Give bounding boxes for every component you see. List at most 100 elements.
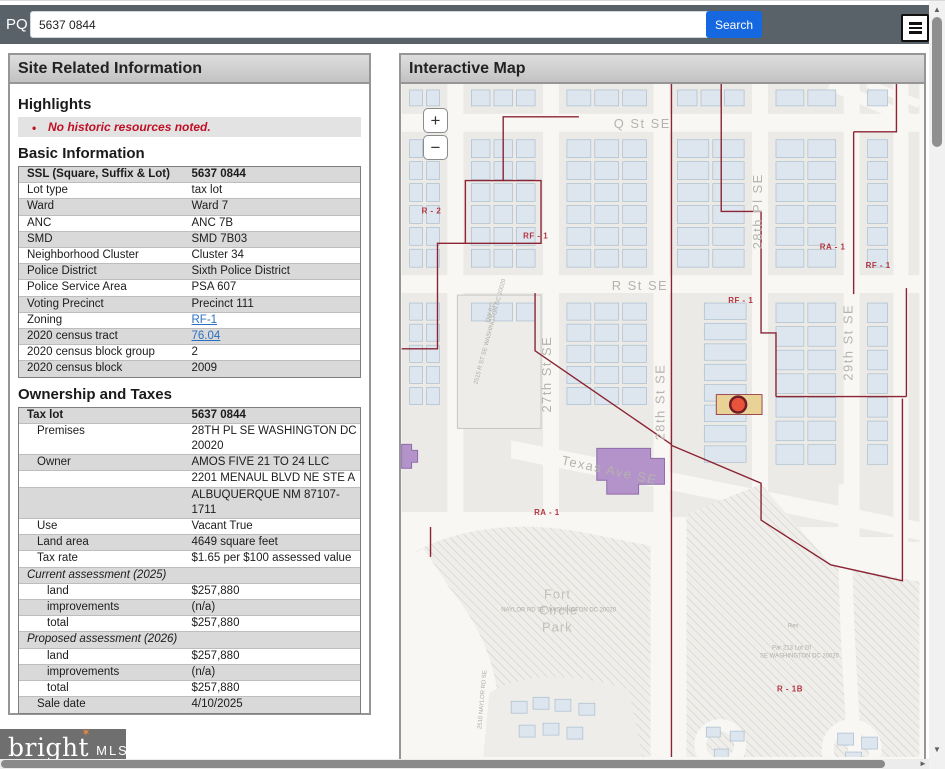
table-row: Lot typetax lot bbox=[19, 182, 360, 198]
highlights-heading: Highlights bbox=[18, 96, 361, 113]
vertical-scrollbar[interactable]: ▲ ▼ bbox=[929, 1, 945, 759]
zone-label: RA - 1 bbox=[820, 242, 846, 251]
table-row: 2020 census tract76.04 bbox=[19, 328, 360, 344]
parcel-address-label: Res bbox=[788, 624, 799, 630]
row-label: improvements bbox=[19, 665, 190, 680]
row-label: SSL (Square, Suffix & Lot) bbox=[19, 167, 190, 182]
row-label: improvements bbox=[19, 600, 190, 615]
row-label: Police Service Area bbox=[19, 280, 190, 295]
row-value: 2 bbox=[190, 345, 361, 360]
row-value: 76.04 bbox=[190, 329, 361, 344]
row-label: Premises bbox=[19, 424, 190, 454]
zone-label: RF - 1 bbox=[728, 296, 753, 305]
row-label: Lot type bbox=[19, 183, 190, 198]
star-icon: ✶ bbox=[81, 726, 91, 739]
map-zoom-out-button[interactable]: − bbox=[423, 135, 448, 160]
table-row: Neighborhood ClusterCluster 34 bbox=[19, 247, 360, 263]
row-value: Vacant True bbox=[190, 519, 361, 534]
row-value: Sixth Police District bbox=[190, 264, 361, 279]
row-value: RF-1 bbox=[190, 313, 361, 328]
bullet-icon: • bbox=[32, 121, 36, 135]
parcel-marker[interactable] bbox=[730, 397, 746, 413]
row-label bbox=[19, 488, 190, 518]
row-label: Owner bbox=[19, 455, 190, 470]
row-label: SMD bbox=[19, 232, 190, 247]
row-value: Precinct 111 bbox=[190, 297, 361, 312]
menu-button[interactable] bbox=[901, 14, 929, 42]
basic-info-table: SSL (Square, Suffix & Lot)5637 0844Lot t… bbox=[18, 166, 361, 378]
row-label: Use bbox=[19, 519, 190, 534]
row-label: Tax rate bbox=[19, 551, 190, 566]
map-zoom-in-button[interactable]: + bbox=[423, 108, 448, 133]
parcel-address-label: Par 213 Lot 20 bbox=[772, 645, 812, 651]
zone-label: RF - 1 bbox=[866, 261, 891, 270]
site-info-panel: Site Related Information Highlights • No… bbox=[8, 53, 371, 715]
row-label: Voting Precinct bbox=[19, 297, 190, 312]
row-value: AMOS FIVE 21 TO 24 LLC bbox=[190, 455, 361, 470]
row-value: tax lot bbox=[190, 183, 361, 198]
row-value: Ward 7 bbox=[190, 199, 361, 214]
map-canvas[interactable]: + − bbox=[401, 84, 924, 759]
row-value: ANC 7B bbox=[190, 216, 361, 231]
table-row: Police DistrictSixth Police District bbox=[19, 263, 360, 279]
row-label: Neighborhood Cluster bbox=[19, 248, 190, 263]
table-row: Premises28TH PL SE WASHINGTON DC 20020 bbox=[19, 423, 360, 454]
table-row: ZoningRF-1 bbox=[19, 312, 360, 328]
table-row: ALBUQUERQUE NM 87107-1711 bbox=[19, 487, 360, 518]
row-label: ANC bbox=[19, 216, 190, 231]
table-row: 2020 census block group2 bbox=[19, 344, 360, 360]
park-label: Fort bbox=[544, 587, 571, 602]
zone-label: RF - 1 bbox=[523, 231, 548, 240]
value-link[interactable]: 76.04 bbox=[192, 330, 221, 342]
row-label: 2020 census tract bbox=[19, 329, 190, 344]
row-label: Zoning bbox=[19, 313, 190, 328]
table-row: SMDSMD 7B03 bbox=[19, 231, 360, 247]
row-label bbox=[19, 471, 190, 486]
row-value: PSA 607 bbox=[190, 280, 361, 295]
site-info-title: Site Related Information bbox=[10, 55, 369, 84]
hamburger-icon bbox=[909, 22, 922, 25]
vertical-scroll-thumb[interactable] bbox=[932, 17, 942, 147]
street-label: 28th St SE bbox=[652, 364, 667, 441]
park-label: Park bbox=[542, 620, 573, 635]
table-row: total$257,880 bbox=[19, 680, 360, 696]
parcel-address-label: SE WASHINGTON DC 20020 bbox=[760, 653, 840, 659]
row-value: 5637 0844 bbox=[190, 408, 361, 423]
top-bar: PQ Search bbox=[0, 5, 929, 44]
row-value: 5637 0844 bbox=[190, 167, 361, 182]
row-value: $257,880 bbox=[190, 681, 361, 696]
row-value: Cluster 34 bbox=[190, 248, 361, 263]
row-label: Sale date bbox=[19, 697, 190, 712]
row-value: $257,880 bbox=[190, 616, 361, 631]
value-link[interactable]: RF-1 bbox=[192, 314, 218, 326]
scroll-down-icon[interactable]: ▼ bbox=[929, 743, 945, 757]
row-value: 4/10/2025 bbox=[190, 697, 361, 712]
table-row: land$257,880 bbox=[19, 648, 360, 664]
table-row: improvements(n/a) bbox=[19, 664, 360, 680]
app-logo: PQ bbox=[6, 16, 28, 33]
row-label: land bbox=[19, 649, 190, 664]
scroll-up-icon[interactable]: ▲ bbox=[929, 3, 945, 17]
table-row: Sale date4/10/2025 bbox=[19, 696, 360, 712]
row-label: Tax lot bbox=[19, 408, 190, 423]
row-value: 4649 square feet bbox=[190, 535, 361, 550]
street-label: 27th St SE bbox=[539, 336, 554, 413]
row-value: $257,880 bbox=[190, 584, 361, 599]
zone-label: R - 2 bbox=[422, 206, 442, 215]
table-row: SSL (Square, Suffix & Lot)5637 0844 bbox=[19, 167, 360, 182]
search-button[interactable]: Search bbox=[706, 11, 762, 38]
table-row: Voting PrecinctPrecinct 111 bbox=[19, 296, 360, 312]
row-label: land bbox=[19, 584, 190, 599]
row-value: ALBUQUERQUE NM 87107-1711 bbox=[190, 488, 361, 518]
horizontal-scroll-thumb[interactable] bbox=[1, 760, 885, 768]
table-row: Tax rate$1.65 per $100 assessed value bbox=[19, 550, 360, 566]
row-value: 28TH PL SE WASHINGTON DC 20020 bbox=[190, 424, 361, 454]
map-image[interactable]: Q St SER St SE27th St SE28th St SE28th P… bbox=[401, 84, 920, 757]
table-row: 2020 census block2009 bbox=[19, 360, 360, 376]
row-label: total bbox=[19, 681, 190, 696]
row-label: Land area bbox=[19, 535, 190, 550]
search-input[interactable] bbox=[30, 11, 712, 38]
row-label: Police District bbox=[19, 264, 190, 279]
table-row: 2201 MENAUL BLVD NE STE A bbox=[19, 470, 360, 486]
table-row: UseVacant True bbox=[19, 518, 360, 534]
